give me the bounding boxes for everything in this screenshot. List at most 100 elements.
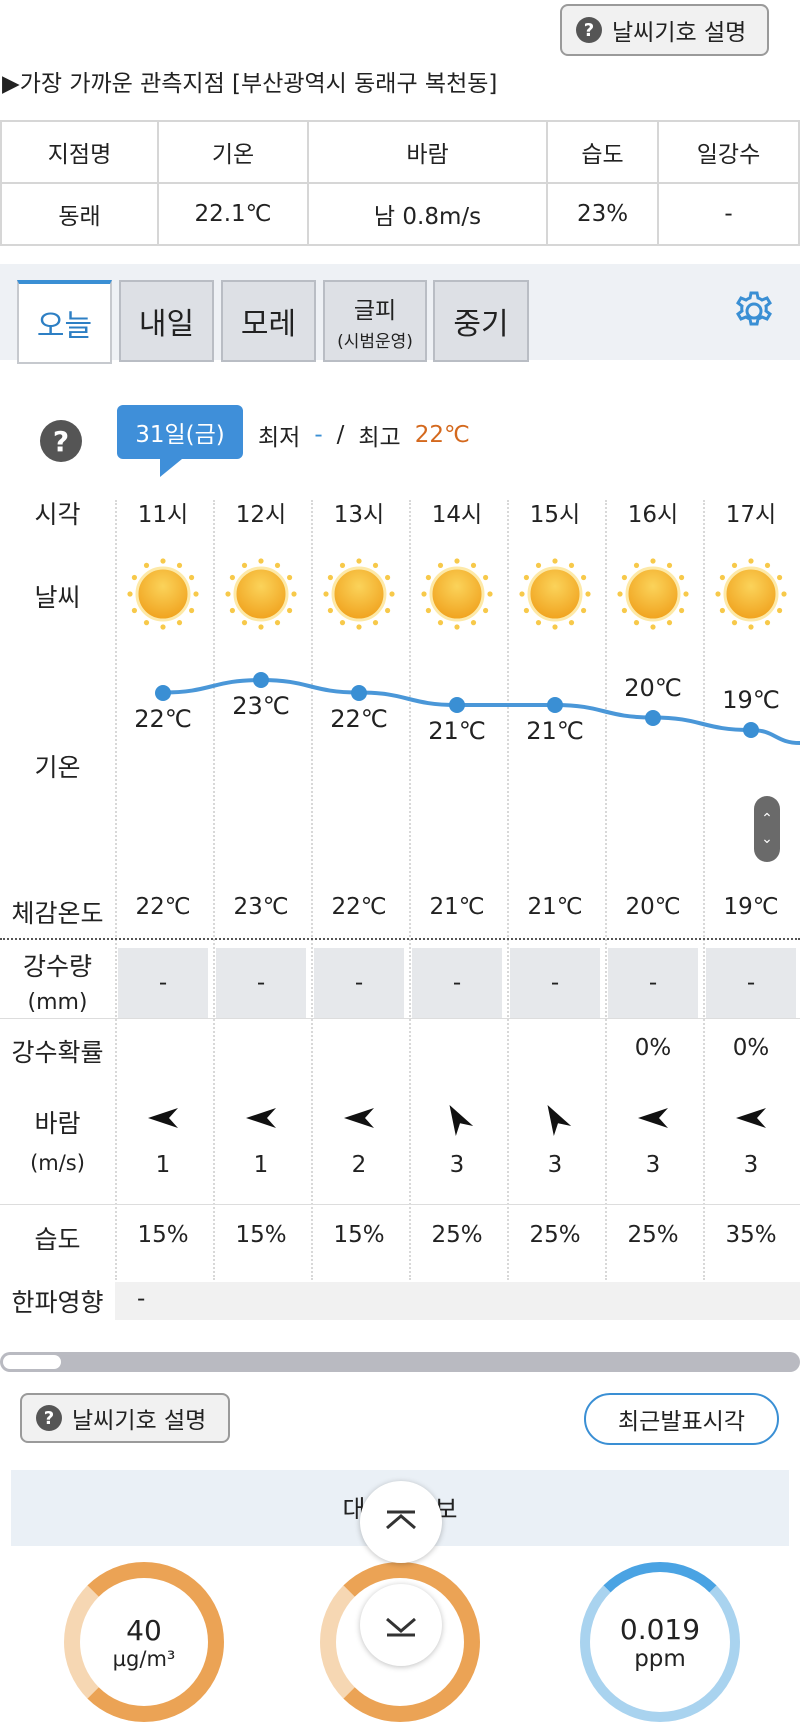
row-label-wind-text: 바람: [34, 1109, 81, 1138]
precip-cell: -: [314, 948, 404, 1018]
tab-third-day-label: 글피: [353, 297, 397, 324]
tab-today-label: 오늘: [36, 309, 93, 344]
forecast-help-icon[interactable]: ?: [40, 420, 82, 462]
hour-label: 12시: [235, 502, 287, 528]
chart-scroll-toggle[interactable]: ⌃ ⌄: [754, 796, 780, 862]
scroll-down-icon: ⌄: [761, 831, 773, 847]
cold-impact-value: -: [137, 1286, 146, 1312]
bottom-question-icon: ?: [36, 1405, 62, 1431]
obs-header-wind: 바람: [307, 120, 548, 184]
wind-direction-icon: [537, 1100, 573, 1136]
min-max-separator: /: [336, 422, 345, 448]
humidity-value: 15%: [235, 1222, 287, 1248]
day-tab-bar: 오늘 내일 모레 글피 (시범운영) 중기: [0, 264, 800, 364]
bottom-weather-symbol-help-button[interactable]: ? 날씨기호 설명: [20, 1393, 230, 1443]
feels-temp: 22℃: [135, 894, 191, 920]
obs-value-rain: -: [657, 182, 800, 246]
observation-header-row: 지점명 기온 바람 습도 일강수: [0, 120, 800, 184]
pm10-unit: µg/m³: [112, 1646, 176, 1671]
tab-third-day-sub: (시범운영): [337, 331, 413, 352]
horizontal-scrollbar-thumb[interactable]: [3, 1355, 61, 1369]
row-label-humidity: 습도: [34, 1225, 81, 1254]
humidity-value: 15%: [333, 1222, 385, 1248]
temp-point: [547, 697, 563, 713]
pm10-value: 40: [126, 1613, 162, 1647]
tab-midterm-label: 중기: [453, 307, 509, 342]
horizontal-scrollbar[interactable]: [0, 1352, 800, 1372]
tab-day-after-label: 모레: [240, 307, 297, 342]
tab-day-after[interactable]: 모레: [221, 280, 316, 362]
temp-label: 21℃: [428, 717, 486, 745]
help-button-label: 날씨기호 설명: [612, 20, 747, 46]
hour-label: 14시: [431, 502, 483, 528]
humidity-value: 25%: [529, 1222, 581, 1248]
humidity-value: 25%: [431, 1222, 483, 1248]
temp-label: 19℃: [722, 686, 780, 714]
ozone-value: 0.019: [619, 1612, 701, 1646]
row-label-time: 시각: [34, 500, 81, 529]
min-max-summary: 최저 - / 최고 22℃: [258, 418, 470, 452]
date-badge: 31일(금): [117, 405, 243, 459]
wind-speed: 3: [449, 1152, 465, 1178]
sun-icon: [615, 556, 691, 632]
bottom-help-label: 날씨기호 설명: [72, 1408, 207, 1434]
temp-label: 21℃: [526, 717, 584, 745]
temp-point: [253, 672, 269, 688]
obs-value-temp: 22.1℃: [157, 182, 309, 246]
scroll-to-bottom-button[interactable]: [360, 1584, 442, 1666]
wind-divider: [0, 1204, 800, 1205]
precip-probability: 0%: [732, 1035, 770, 1061]
max-temp-label: 최고: [358, 425, 401, 451]
station-line: ▶가장 가까운 관측지점 [부산광역시 동래구 복천동]: [2, 71, 498, 97]
humidity-value: 25%: [627, 1222, 679, 1248]
wind-speed: 3: [645, 1152, 661, 1178]
tab-midterm[interactable]: 중기: [433, 280, 529, 362]
scroll-to-top-button[interactable]: [360, 1481, 442, 1563]
tab-third-day[interactable]: 글피 (시범운영): [323, 280, 427, 362]
sun-icon: [419, 556, 495, 632]
tab-today[interactable]: 오늘: [17, 280, 112, 364]
feels-temp: 21℃: [527, 894, 583, 920]
date-badge-label: 31일(금): [135, 422, 225, 448]
cold-impact-bar: -: [115, 1282, 800, 1320]
sun-icon: [223, 556, 299, 632]
precip-probability: 0%: [634, 1035, 672, 1061]
wind-direction-icon: [439, 1100, 475, 1136]
row-label-precip-unit: (mm): [27, 990, 88, 1015]
humidity-value: 15%: [137, 1222, 189, 1248]
precip-divider: [0, 1018, 800, 1019]
wind-speed: 1: [253, 1152, 269, 1178]
settings-gear-icon[interactable]: [731, 288, 777, 334]
ozone-unit: ppm: [634, 1645, 686, 1672]
obs-value-wind: 남 0.8m/s: [307, 182, 548, 246]
wind-speed: 3: [743, 1152, 759, 1178]
recent-release-label: 최근발표시각: [618, 1409, 745, 1435]
min-temp-value: -: [314, 422, 323, 448]
weather-symbol-help-button[interactable]: ? 날씨기호 설명: [560, 4, 769, 56]
air-quality-ozone-gauge: 0.019 ppm: [580, 1562, 740, 1722]
wind-direction-icon: [145, 1100, 181, 1136]
precip-cell: -: [216, 948, 306, 1018]
temp-label: 22℃: [134, 704, 192, 733]
sun-icon: [125, 556, 201, 632]
recent-release-time-button[interactable]: 최근발표시각: [584, 1393, 779, 1445]
humidity-value: 35%: [725, 1222, 777, 1248]
feels-temp: 21℃: [429, 894, 485, 920]
sun-icon: [713, 556, 789, 632]
row-label-prob: 강수확률: [11, 1038, 104, 1067]
hour-label: 15시: [529, 502, 581, 528]
observation-table: 지점명 기온 바람 습도 일강수 동래 22.1℃ 남 0.8m/s 23% -: [0, 120, 800, 246]
scroll-up-icon: ⌃: [761, 811, 773, 827]
temp-label: 23℃: [232, 692, 290, 720]
tab-tomorrow[interactable]: 내일: [119, 280, 214, 362]
wind-direction-icon: [243, 1100, 279, 1136]
tab-tomorrow-label: 내일: [138, 307, 195, 342]
feels-temp: 22℃: [331, 894, 387, 920]
sun-icon: [517, 556, 593, 632]
feels-divider: [0, 938, 800, 940]
wind-speed: 3: [547, 1152, 563, 1178]
air-quality-pm10-gauge: 40 µg/m³: [64, 1562, 224, 1722]
precip-cell: -: [706, 948, 796, 1018]
row-label-feels: 체감온도: [11, 899, 104, 928]
obs-header-rain: 일강수: [657, 120, 800, 184]
